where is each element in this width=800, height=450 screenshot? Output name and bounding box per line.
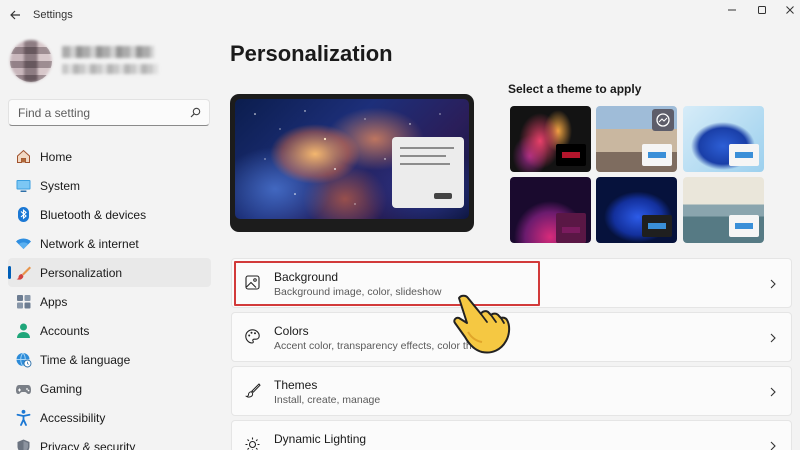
wifi-icon xyxy=(16,238,31,249)
sidebar-item-label: Gaming xyxy=(40,382,83,396)
camera-icon xyxy=(656,113,670,127)
close-icon[interactable] xyxy=(783,3,797,17)
back-arrow-icon[interactable] xyxy=(8,8,22,22)
title-bar: Settings xyxy=(0,0,800,30)
theme-tile-window xyxy=(729,215,759,237)
theme-tile-window xyxy=(729,144,759,166)
sidebar-item-label: Privacy & security xyxy=(40,440,136,450)
sidebar-item-label: Network & internet xyxy=(40,237,139,251)
minimize-icon[interactable] xyxy=(725,3,739,17)
chevron-right-icon xyxy=(770,387,776,397)
sidebar-item-label: Bluetooth & devices xyxy=(40,208,147,222)
sidebar-item-apps[interactable]: Apps xyxy=(8,287,211,316)
sidebar-item-home[interactable]: Home xyxy=(8,142,211,171)
shield-icon xyxy=(17,439,30,450)
sidebar-item-bluetooth[interactable]: Bluetooth & devices xyxy=(8,200,211,229)
sidebar-item-label: Apps xyxy=(40,295,68,309)
setting-card-colors[interactable]: Colors Accent color, transparency effect… xyxy=(231,312,792,362)
avatar-pixelation xyxy=(10,40,52,82)
sidebar-item-label: Time & language xyxy=(40,353,131,367)
preview-window xyxy=(392,137,464,208)
theme-tile-window xyxy=(556,213,586,243)
search-box[interactable] xyxy=(8,99,210,126)
setting-card-dynamic-lighting[interactable]: Dynamic Lighting xyxy=(231,420,792,450)
sidebar-item-accessibility[interactable]: Accessibility xyxy=(8,403,211,432)
blurred-user-name xyxy=(62,46,154,58)
bluetooth-icon xyxy=(18,207,29,222)
card-title: Dynamic Lighting xyxy=(274,432,367,446)
gamepad-icon xyxy=(16,385,31,394)
brush-icon xyxy=(245,383,261,398)
theme-tile-accent xyxy=(562,152,580,158)
sidebar-item-label: Accounts xyxy=(40,324,90,338)
preview-window-button xyxy=(434,193,452,199)
setting-card-themes[interactable]: Themes Install, create, manage xyxy=(231,366,792,416)
blurred-user-email xyxy=(62,64,158,74)
theme-tile-badge xyxy=(652,109,674,131)
preview-window-line xyxy=(400,147,454,149)
desktop-wallpaper-preview xyxy=(235,99,469,219)
theme-preview xyxy=(230,94,474,232)
home-icon xyxy=(17,149,30,163)
theme-tile-sunrise[interactable] xyxy=(683,177,764,243)
sidebar-item-personalization[interactable]: Personalization xyxy=(8,258,211,287)
globe-clock-icon xyxy=(16,352,32,368)
theme-tile-windows-light[interactable] xyxy=(683,106,764,172)
sidebar-item-privacy[interactable]: Privacy & security xyxy=(8,432,211,450)
sidebar-item-label: System xyxy=(40,179,81,193)
search-input[interactable] xyxy=(9,100,189,125)
theme-tile-flow[interactable] xyxy=(510,177,591,243)
chevron-right-icon xyxy=(770,441,776,450)
sidebar-item-label: Personalization xyxy=(40,266,123,280)
sidebar-item-system[interactable]: System xyxy=(8,171,211,200)
theme-tile-accent xyxy=(648,152,666,158)
person-icon xyxy=(17,323,30,338)
sidebar-item-time-language[interactable]: Time & language xyxy=(8,345,211,374)
pointing-hand-icon xyxy=(453,294,511,354)
sidebar-item-gaming[interactable]: Gaming xyxy=(8,374,211,403)
preview-window-line xyxy=(400,163,450,165)
chevron-right-icon xyxy=(770,279,776,289)
search-icon[interactable] xyxy=(190,107,201,118)
card-description: Install, create, manage xyxy=(274,394,381,406)
sidebar-nav: Home System Bluetooth & devices Network … xyxy=(8,142,211,450)
theme-tile-captured-motion[interactable] xyxy=(596,106,677,172)
theme-tile-window xyxy=(556,144,586,166)
theme-heading: Select a theme to apply xyxy=(508,82,642,96)
app-title: Settings xyxy=(33,9,73,21)
theme-tile-accent xyxy=(648,223,666,229)
brush-icon xyxy=(16,266,31,280)
user-profile[interactable] xyxy=(10,40,200,82)
accessibility-icon xyxy=(16,409,31,426)
sidebar-item-label: Home xyxy=(40,150,73,164)
page-title: Personalization xyxy=(230,41,393,66)
sidebar-item-accounts[interactable]: Accounts xyxy=(8,316,211,345)
card-title: Themes xyxy=(274,378,318,392)
chevron-right-icon xyxy=(770,333,776,343)
monitor-icon xyxy=(16,180,31,192)
theme-tile-windows-dark[interactable] xyxy=(596,177,677,243)
theme-tile-accent xyxy=(735,223,753,229)
sidebar-item-network[interactable]: Network & internet xyxy=(8,229,211,258)
apps-icon xyxy=(17,295,31,309)
theme-tile-accent xyxy=(562,227,580,233)
card-title: Colors xyxy=(274,324,309,338)
palette-icon xyxy=(245,329,260,344)
theme-tile-glow[interactable] xyxy=(510,106,591,172)
theme-tile-accent xyxy=(735,152,753,158)
theme-tile-window xyxy=(642,215,672,237)
sun-icon xyxy=(245,437,260,450)
theme-tile-window xyxy=(642,144,672,166)
sidebar-item-label: Accessibility xyxy=(40,411,106,425)
maximize-icon[interactable] xyxy=(755,3,769,17)
preview-window-line xyxy=(400,155,446,157)
